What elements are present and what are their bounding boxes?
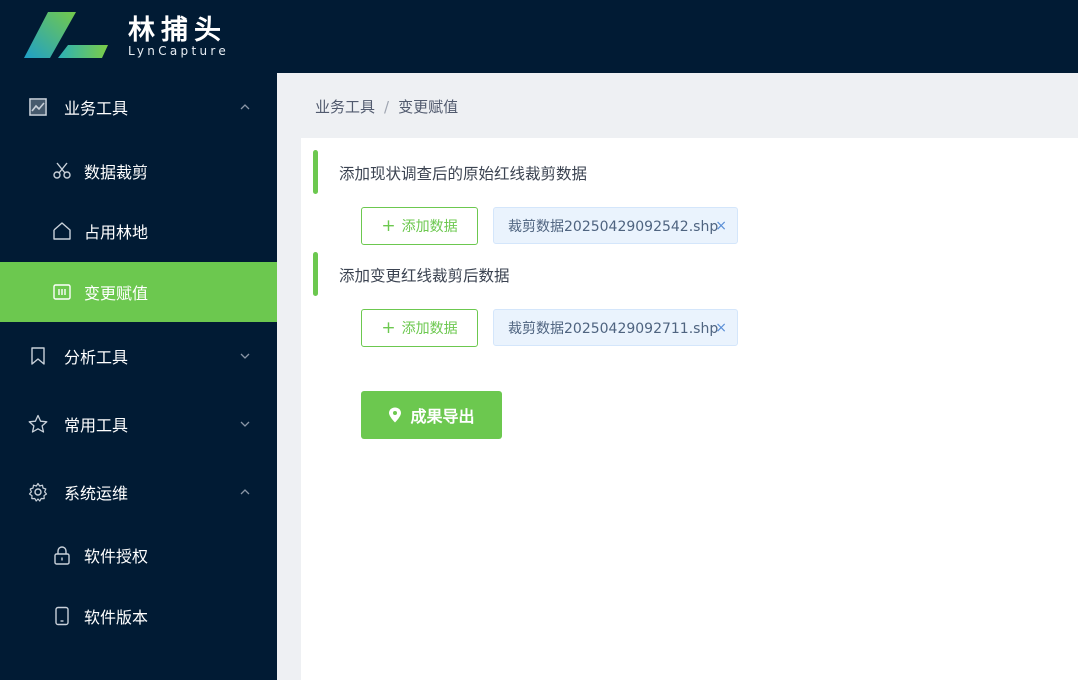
plus-icon: + xyxy=(381,317,396,338)
chevron-down-icon xyxy=(240,421,250,427)
chart-icon xyxy=(29,98,47,116)
chevron-up-icon xyxy=(240,489,250,495)
menu-group-common-tools[interactable]: 常用工具 xyxy=(0,396,277,452)
section-title: 添加变更红线裁剪后数据 xyxy=(339,267,510,285)
home-icon xyxy=(53,222,71,240)
plus-icon: + xyxy=(381,215,396,236)
sidebar-item-label: 数据裁剪 xyxy=(84,163,149,182)
sidebar-item-data-clip[interactable]: 数据裁剪 xyxy=(0,141,277,201)
add-data-button[interactable]: + 添加数据 xyxy=(361,207,478,245)
section-accent-bar xyxy=(313,150,318,194)
close-icon[interactable]: × xyxy=(715,218,727,234)
star-icon xyxy=(28,414,48,433)
sidebar: 业务工具 数据裁剪 占用林地 变更赋值 分析工具 常用工具 系统运维 软件授权 … xyxy=(0,73,277,680)
menu-group-analysis-tools[interactable]: 分析工具 xyxy=(0,328,277,384)
export-label: 成果导出 xyxy=(410,407,475,426)
sidebar-item-change-assign[interactable]: 变更赋值 xyxy=(0,262,277,322)
sidebar-item-license[interactable]: 软件授权 xyxy=(0,525,277,585)
menu-group-label: 系统运维 xyxy=(64,484,129,503)
sidebar-item-label: 软件版本 xyxy=(84,608,149,627)
close-icon[interactable]: × xyxy=(715,320,727,336)
add-data-label: 添加数据 xyxy=(401,321,458,337)
menu-group-system-ops[interactable]: 系统运维 xyxy=(0,464,277,520)
breadcrumb-current: 变更赋值 xyxy=(398,98,459,116)
menu-group-label: 常用工具 xyxy=(64,416,129,435)
chevron-up-icon xyxy=(240,104,250,110)
gear-icon xyxy=(28,482,48,502)
breadcrumb: 业务工具 / 变更赋值 xyxy=(315,96,458,117)
app-subtitle: LynCapture xyxy=(128,44,230,58)
add-data-button[interactable]: + 添加数据 xyxy=(361,309,478,347)
file-name: 裁剪数据20250429092542.shp xyxy=(508,218,719,235)
content-panel: 添加现状调查后的原始红线裁剪数据 + 添加数据 裁剪数据202504290925… xyxy=(301,138,1078,680)
pin-icon xyxy=(389,407,402,423)
add-data-label: 添加数据 xyxy=(401,219,458,235)
chevron-down-icon xyxy=(240,353,250,359)
breadcrumb-separator: / xyxy=(384,98,390,116)
file-name: 裁剪数据20250429092711.shp xyxy=(508,320,719,337)
sidebar-item-version[interactable]: 软件版本 xyxy=(0,586,277,646)
mobile-icon xyxy=(55,606,69,626)
section-title: 添加现状调查后的原始红线裁剪数据 xyxy=(339,165,588,183)
app-name: 林捕头 xyxy=(128,15,227,46)
bookmark-icon xyxy=(31,347,45,365)
calculator-icon xyxy=(53,284,71,300)
scissors-icon xyxy=(53,162,71,179)
menu-group-business-tools[interactable]: 业务工具 xyxy=(0,79,277,135)
menu-group-label: 业务工具 xyxy=(64,99,129,118)
logo-icon xyxy=(24,12,108,58)
app-header: 林捕头 LynCapture xyxy=(0,0,1078,73)
sidebar-item-label: 软件授权 xyxy=(84,547,149,566)
sidebar-item-forest-occupation[interactable]: 占用林地 xyxy=(0,201,277,261)
sidebar-item-label: 变更赋值 xyxy=(84,284,149,303)
section-accent-bar xyxy=(313,252,318,296)
sidebar-item-label: 占用林地 xyxy=(84,223,149,242)
menu-group-label: 分析工具 xyxy=(64,348,129,367)
lock-icon xyxy=(54,546,70,565)
export-results-button[interactable]: 成果导出 xyxy=(361,391,502,439)
breadcrumb-item[interactable]: 业务工具 xyxy=(315,98,375,116)
file-tag: 裁剪数据20250429092542.shp × xyxy=(493,207,738,244)
main-content: 业务工具 / 变更赋值 添加现状调查后的原始红线裁剪数据 + 添加数据 裁剪数据20… xyxy=(277,73,1078,680)
file-tag: 裁剪数据20250429092711.shp × xyxy=(493,309,738,346)
